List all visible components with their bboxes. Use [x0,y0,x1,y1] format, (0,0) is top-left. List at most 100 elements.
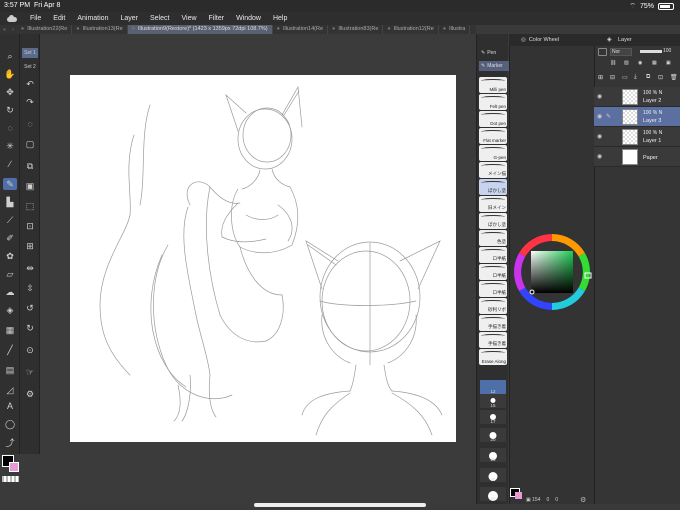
eraser-icon[interactable]: ▱ [3,268,17,280]
new-layer-icon[interactable]: ⊞ [598,74,603,81]
menu-edit[interactable]: Edit [47,15,71,22]
magic-wand-icon[interactable]: ✳ [3,140,17,152]
mask-icon[interactable]: ▣ [666,60,671,66]
document-tab[interactable]: ● Illustration83(Re [328,25,384,34]
transparent-color-swatch[interactable] [2,476,19,482]
brush-item[interactable]: 色塗 [479,230,507,246]
brush-item-selected[interactable]: ぼかし塗 [479,179,507,195]
drawing-canvas[interactable] [70,75,456,442]
transfer-down-icon[interactable]: ⤓ [634,74,637,81]
brush-item[interactable]: 砂利リボ [479,298,507,314]
correct-line-icon[interactable]: ⤴ [3,436,17,448]
rotate-left-icon[interactable]: ↺ [23,302,37,314]
fill-selection-icon[interactable]: ▣ [23,180,37,192]
brush-item[interactable]: 旧メイン [479,196,507,212]
layer-row-paper[interactable]: ◉ Paper [594,147,680,167]
color-wheel[interactable] [511,231,593,313]
rotate-icon[interactable]: ↻ [3,104,17,116]
brush-group-marker[interactable]: ✎ Marker [479,61,509,71]
layer-property-icon[interactable] [598,48,607,56]
document-tab[interactable]: ● Illustration12(Re [383,25,439,34]
gear-icon[interactable]: ⚙ [580,496,586,504]
reset-rotation-icon[interactable]: ⊙ [23,344,37,356]
transform-icon[interactable]: ⬚ [23,200,37,212]
layer-row[interactable]: ◉ 100 % N Layer 1 [594,127,680,147]
marker-icon[interactable]: ▙ [3,196,17,208]
brush-item[interactable]: 手描き着 [479,315,507,331]
sub-tool-set-1[interactable]: Set 1 [22,48,38,58]
brush-size-item[interactable]: 15 [480,394,506,408]
tab-prev-icon[interactable]: ‹ [9,27,17,33]
settings-icon[interactable]: ⚙ [23,388,37,400]
sub-color-swatch[interactable] [9,462,19,472]
brush-size-item[interactable]: 30 [480,468,506,482]
color-wheel-icon[interactable]: ◎ [521,37,526,43]
brush-item[interactable]: G-pen [479,145,507,161]
opacity-slider[interactable] [640,50,662,53]
lock-icon[interactable]: ⛓ [610,60,616,66]
rotate-right-icon[interactable]: ↻ [23,322,37,334]
deselect-icon[interactable]: ◌ [23,118,37,130]
clear-icon[interactable]: ▢ [23,138,37,150]
new-folder-icon[interactable]: ▭ [622,74,628,81]
layer-row[interactable]: ◉ 100 % N Layer 2 [594,87,680,107]
cloud-icon[interactable] [6,15,18,22]
duplicate-icon[interactable]: ⊡ [658,74,663,81]
footer-sub-color[interactable] [515,492,522,499]
menu-select[interactable]: Select [144,15,175,22]
sub-tool-set-2[interactable]: Set 2 [22,62,38,72]
brush-size-item[interactable]: 20 [480,428,506,442]
ref-layer-icon[interactable]: ◉ [638,60,642,66]
flip-horizontal-icon[interactable]: ⇹ [23,262,37,274]
brush-item[interactable]: ロ半紙 [479,247,507,263]
gradient-icon[interactable]: ▦ [3,324,17,336]
decoration-icon[interactable]: ✿ [3,250,17,262]
hand-icon[interactable]: ✋ [3,68,17,80]
text-icon[interactable]: A [3,400,17,412]
brush-item[interactable]: Dot pen [479,111,507,127]
brush-size-item-selected[interactable]: 12 [480,380,506,394]
blend-mode-select[interactable]: Nor [610,48,632,56]
pen-icon[interactable]: ✎ [3,178,17,190]
scale-icon[interactable]: ⊞ [23,240,37,252]
document-tab[interactable]: ● Illustration13(Re [72,25,128,34]
visibility-eye-icon[interactable]: ◉ [597,133,602,140]
brush-item[interactable]: Milli pen [479,77,507,93]
visibility-eye-icon[interactable]: ◉ [597,153,602,160]
brush-item[interactable]: メイン描 [479,162,507,178]
brush-size-item[interactable]: 40 [480,487,506,501]
hand-rotate-icon[interactable]: ☞ [23,366,37,378]
home-indicator[interactable] [254,503,426,507]
brush-item[interactable]: Felt pen [479,94,507,110]
eyedropper-icon[interactable]: ∕ [3,158,17,170]
document-tab-active[interactable]: ● Illustration9(Restore)* (1423 x 1359px … [127,25,273,34]
brush-item[interactable]: Flat marker [479,128,507,144]
document-tab[interactable]: ● Illustration22(Re [17,25,73,34]
redo-icon[interactable]: ↷ [23,96,37,108]
airbrush-icon[interactable]: ✐ [3,232,17,244]
brush-item[interactable]: 手描き着 [479,332,507,348]
move-icon[interactable]: ✥ [3,86,17,98]
menu-view[interactable]: View [175,15,202,22]
clip-icon[interactable]: ▨ [624,60,629,66]
visibility-eye-icon[interactable]: ◉ [597,113,602,120]
opacity-value[interactable]: 100 [663,48,671,54]
line-icon[interactable]: ╱ [3,344,17,356]
layer-row-selected[interactable]: ◉ ✎ 100 % N Layer 3 [594,107,680,127]
brush-item[interactable]: ロ半紙 [479,264,507,280]
brush-size-item[interactable]: 25 [480,448,506,462]
new-vector-layer-icon[interactable]: ⊟ [610,74,615,81]
menu-file[interactable]: File [24,15,47,22]
tab-scroll-left-icon[interactable]: « [0,27,9,33]
document-tab[interactable]: ● Illustration14(Re [273,25,328,34]
menu-filter[interactable]: Filter [203,15,231,22]
blend-icon[interactable]: ☁ [3,286,17,298]
crop-icon[interactable]: ⊡ [23,220,37,232]
merge-icon[interactable]: ⧉ [646,74,650,81]
frame-icon[interactable]: ▤ [3,364,17,376]
balloon-icon[interactable]: ◯ [3,418,17,430]
menu-animation[interactable]: Animation [71,15,114,22]
fill-icon[interactable]: ◈ [3,304,17,316]
flip-vertical-icon[interactable]: ⇳ [23,282,37,294]
brush-item[interactable]: Erase Along [479,349,507,365]
